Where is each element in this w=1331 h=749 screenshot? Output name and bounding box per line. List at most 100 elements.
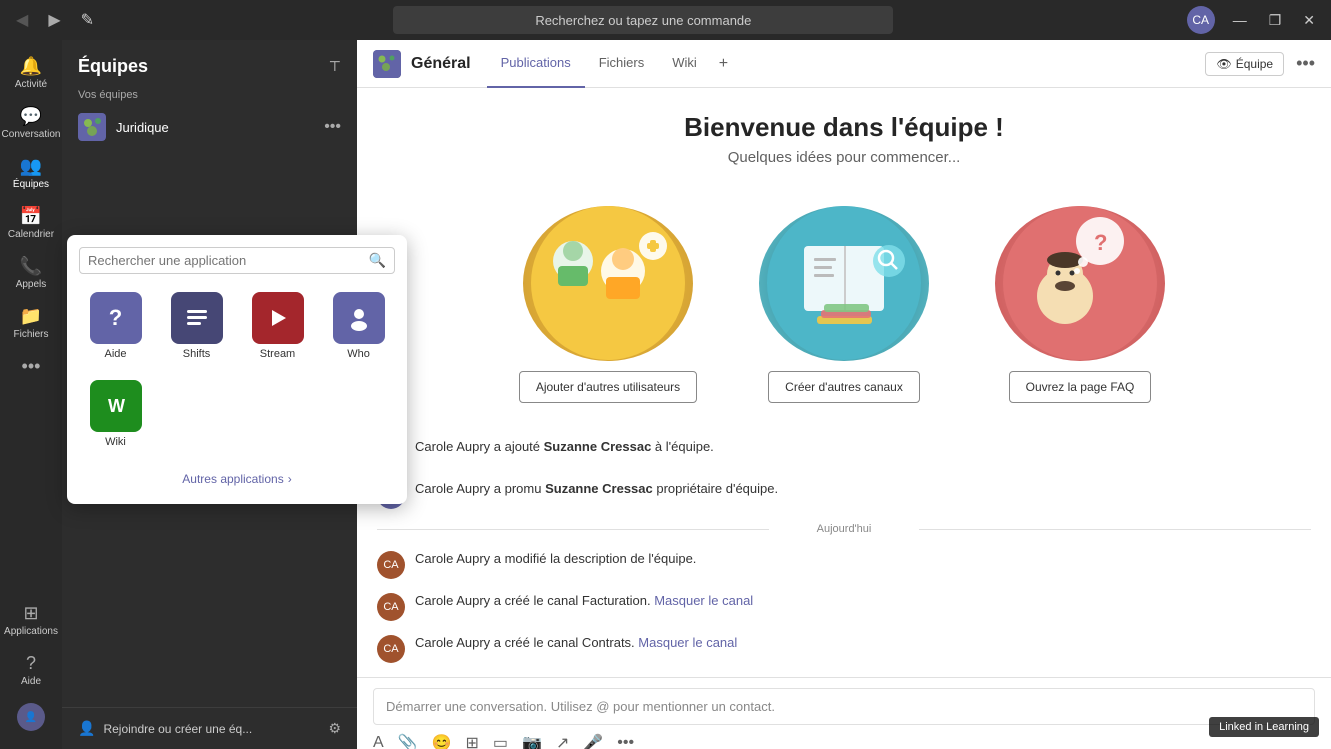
hide-channel-2[interactable]: Masquer le canal (638, 635, 737, 650)
teams-panel: Équipes ⊤ Vos équipes Juridique ••• 🔍 (62, 40, 357, 749)
app-grid: ? Aide Shifts (79, 286, 395, 454)
titlebar-right: CA — ❐ ✕ (1187, 6, 1321, 34)
equipe-label: Équipe (1236, 57, 1273, 71)
more-icon: ••• (22, 356, 41, 377)
aide-icon: ? (90, 292, 142, 344)
sidebar-item-label: Conversation (2, 129, 61, 140)
search-bar[interactable]: Recherchez ou tapez une commande (393, 6, 893, 34)
card-illustration-channels (759, 206, 929, 361)
sidebar-item-label: Activité (15, 79, 47, 90)
video-icon[interactable]: 📷 (522, 733, 542, 749)
hide-channel-1[interactable]: Masquer le canal (654, 593, 753, 608)
wiki-icon: W (90, 380, 142, 432)
tab-fichiers[interactable]: Fichiers (585, 40, 659, 88)
filter-icon[interactable]: ⊤ (329, 58, 341, 75)
teams-footer: 👤 Rejoindre ou créer une éq... ⚙ (62, 707, 357, 749)
activity-avatar-4: CA (377, 593, 405, 621)
close-button[interactable]: ✕ (1297, 10, 1321, 31)
attach-icon[interactable]: 📎 (398, 733, 418, 749)
sidebar-item-more[interactable]: ••• (0, 348, 62, 385)
minimize-button[interactable]: — (1227, 10, 1253, 31)
main-content: Général Publications Fichiers Wiki + 👁 É… (357, 40, 1331, 749)
sidebar-item-teams[interactable]: 👥 Équipes (0, 148, 62, 198)
emoji-icon[interactable]: 😊 (432, 733, 452, 749)
team-name: Juridique (116, 120, 324, 135)
compose-toolbar: A 📎 😊 ⊞ ▭ 📷 ↗ 🎤 ••• (373, 733, 1315, 749)
back-button[interactable]: ◀ (10, 6, 34, 34)
tab-add-button[interactable]: + (711, 40, 736, 88)
apps-icon: ⊞ (23, 603, 38, 624)
vos-equipes-label: Vos équipes (62, 85, 357, 105)
sidebar-item-profile[interactable]: 👤 (0, 695, 62, 739)
app-label-wiki: Wiki (105, 436, 126, 448)
sidebar-item-conversation[interactable]: 💬 Conversation (0, 98, 62, 148)
app-item-wiki[interactable]: W Wiki (79, 374, 152, 454)
app-item-aide[interactable]: ? Aide (79, 286, 152, 366)
sidebar-item-files[interactable]: 📁 Fichiers (0, 298, 62, 348)
welcome-title: Bienvenue dans l'équipe ! (377, 112, 1311, 143)
team-item-juridique[interactable]: Juridique ••• (62, 105, 357, 149)
app-item-shifts[interactable]: Shifts (160, 286, 233, 366)
sidebar-item-apps[interactable]: ⊞ Applications (0, 595, 62, 645)
sidebar-item-calls[interactable]: 📞 Appels (0, 248, 62, 298)
activity-text-2: Carole Aupry a promu Suzanne Cressac pro… (415, 479, 1311, 499)
activity-icon: 🔔 (20, 56, 42, 77)
sidebar-item-label: Appels (16, 279, 47, 290)
sidebar-item-help[interactable]: ? Aide (0, 645, 62, 695)
teams-header: Équipes ⊤ (62, 40, 357, 85)
app-item-stream[interactable]: Stream (241, 286, 314, 366)
activity-avatar-5: CA (377, 635, 405, 663)
calls-icon: 📞 (20, 256, 42, 277)
conversation-icon: 💬 (20, 106, 42, 127)
settings-icon[interactable]: ⚙ (328, 720, 341, 737)
calendar-icon: 📅 (20, 206, 42, 227)
tab-wiki[interactable]: Wiki (658, 40, 711, 88)
welcome-card-channels: Créer d'autres canaux (734, 206, 954, 403)
app-label-aide: Aide (104, 348, 126, 360)
app-search-container: 🔍 (79, 247, 395, 274)
more-options-button[interactable]: ••• (1296, 53, 1315, 74)
schedule-icon[interactable]: ▭ (493, 733, 508, 749)
shifts-icon (171, 292, 223, 344)
faq-button[interactable]: Ouvrez la page FAQ (1009, 371, 1152, 403)
sidebar-item-calendar[interactable]: 📅 Calendrier (0, 198, 62, 248)
channel-name: Général (411, 55, 471, 73)
activity-item-3: CA Carole Aupry a modifié la description… (377, 543, 1311, 585)
svg-text:W: W (108, 396, 125, 416)
welcome-section: Bienvenue dans l'équipe ! Quelques idées… (357, 88, 1331, 206)
tab-publications[interactable]: Publications (487, 40, 585, 88)
avatar[interactable]: CA (1187, 6, 1215, 34)
sidebar-item-label: Calendrier (8, 229, 54, 240)
channel-body: Bienvenue dans l'équipe ! Quelques idées… (357, 88, 1331, 749)
audio-icon[interactable]: 🎤 (583, 733, 603, 749)
apps-icon[interactable]: ⊞ (466, 733, 479, 749)
format-text-icon[interactable]: A (373, 734, 384, 749)
create-channels-button[interactable]: Créer d'autres canaux (768, 371, 920, 403)
sidebar-item-label: Équipes (13, 179, 49, 190)
compose-icon[interactable]: ✎ (75, 6, 100, 34)
add-users-button[interactable]: Ajouter d'autres utilisateurs (519, 371, 697, 403)
main-container: 🔔 Activité 💬 Conversation 👥 Équipes 📅 Ca… (0, 40, 1331, 749)
files-icon: 📁 (20, 306, 42, 327)
compose-bar: Démarrer une conversation. Utilisez @ po… (357, 677, 1331, 749)
more-tools-icon[interactable]: ••• (617, 734, 634, 749)
join-text[interactable]: Rejoindre ou créer une éq... (103, 722, 320, 736)
maximize-button[interactable]: ❐ (1263, 10, 1288, 31)
sidebar-item-label: Fichiers (13, 329, 48, 340)
equipe-button[interactable]: 👁 Équipe (1205, 52, 1284, 76)
send-icon[interactable]: ↗ (556, 733, 569, 749)
channel-header-right: 👁 Équipe ••• (1205, 52, 1315, 76)
team-avatar (78, 113, 106, 141)
activity-avatar-3: CA (377, 551, 405, 579)
app-item-who[interactable]: Who (322, 286, 395, 366)
team-more-button[interactable]: ••• (324, 118, 341, 136)
app-search-input[interactable] (88, 253, 363, 268)
teams-icon: 👥 (20, 156, 42, 177)
chevron-right-icon: › (288, 472, 292, 486)
forward-button[interactable]: ▶ (42, 6, 66, 34)
sidebar-item-activity[interactable]: 🔔 Activité (0, 48, 62, 98)
welcome-card-users: Ajouter d'autres utilisateurs (498, 206, 718, 403)
autres-apps-button[interactable]: Autres applications › (79, 466, 395, 492)
eye-icon: 👁 (1216, 57, 1231, 71)
compose-input[interactable]: Démarrer une conversation. Utilisez @ po… (373, 688, 1315, 725)
